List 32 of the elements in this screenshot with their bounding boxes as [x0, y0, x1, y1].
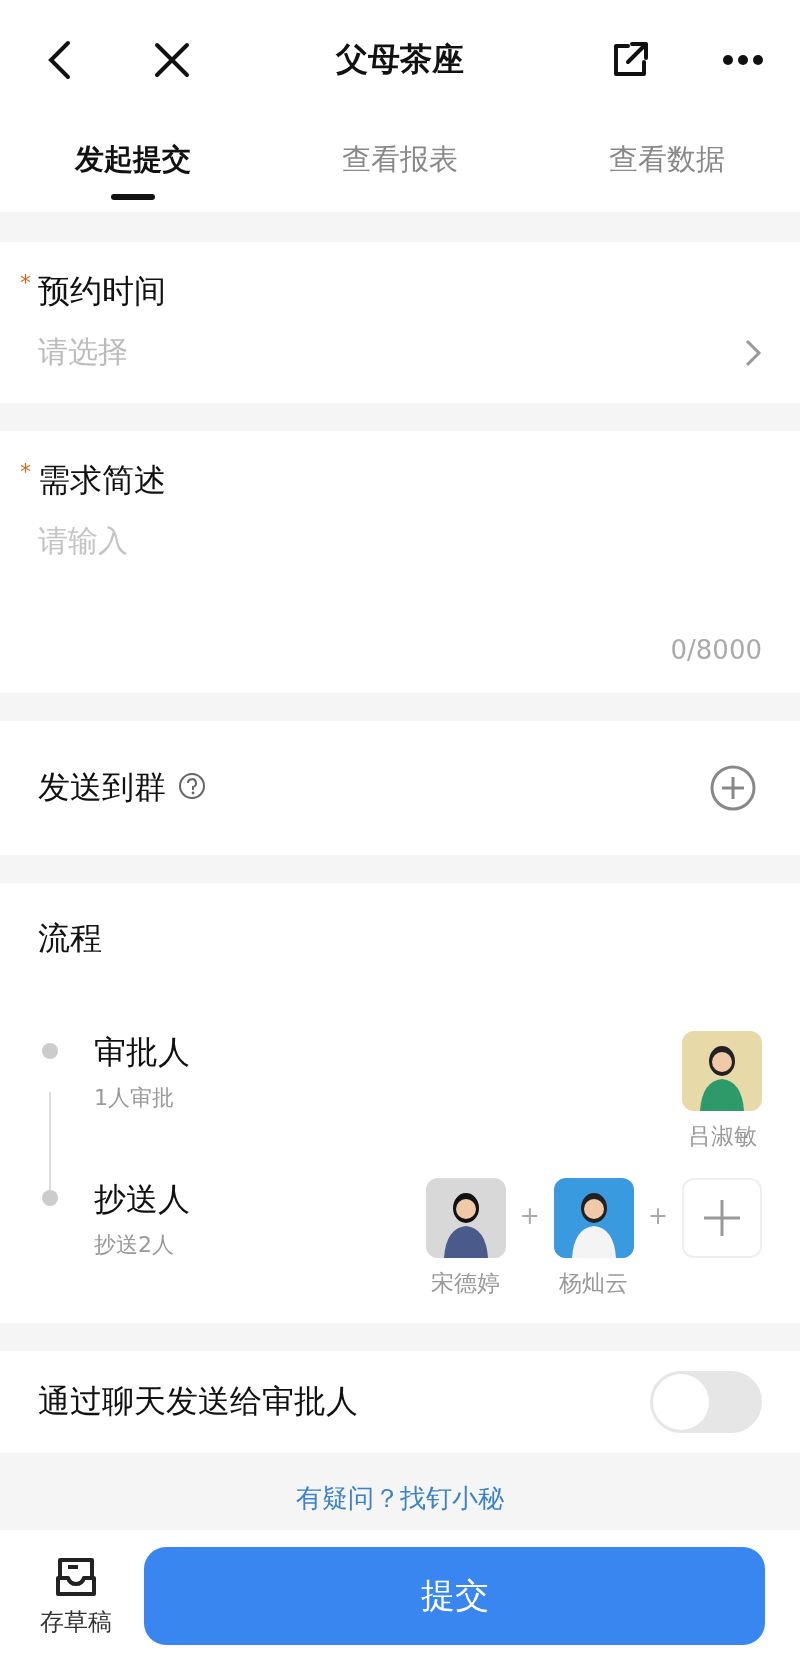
page-title: 父母茶座	[334, 39, 465, 80]
step-label: 抄送人	[94, 1179, 191, 1220]
field-label: 发送到群	[38, 767, 166, 808]
select-field[interactable]: 请选择	[38, 332, 762, 373]
required-mark: *	[20, 270, 32, 295]
step-dot	[42, 1043, 58, 1059]
tab[interactable]: 查看报表	[266, 120, 534, 212]
section-title: 流程	[38, 919, 102, 957]
required-mark: *	[20, 459, 32, 484]
text-field-card[interactable]: * 需求简述 请输入 0/8000	[0, 431, 800, 693]
plus-icon	[702, 1198, 742, 1238]
save-draft-button[interactable]: 存草稿	[40, 1554, 112, 1638]
step-summary: 1人审批	[94, 1084, 175, 1112]
person-name: 宋德婷	[431, 1269, 501, 1298]
tab[interactable]: 发起提交	[0, 120, 267, 212]
person-name: 杨灿云	[559, 1269, 629, 1298]
char-counter: 0/8000	[669, 635, 762, 665]
chevron-icon	[744, 337, 762, 368]
field-label: 预约时间	[38, 271, 166, 312]
plus-sign: +	[519, 1202, 540, 1230]
help-icon[interactable]	[178, 772, 206, 800]
step-summary: 抄送2人	[94, 1231, 175, 1259]
submit-button[interactable]: 提交	[144, 1547, 765, 1645]
step-dot	[42, 1190, 58, 1206]
plus-sign: +	[647, 1202, 668, 1230]
step-label: 审批人	[94, 1032, 191, 1073]
tab[interactable]: 查看数据	[533, 120, 800, 212]
toggle-label: 通过聊天发送给审批人	[38, 1381, 358, 1422]
field-label: 需求简述	[38, 460, 166, 501]
add-person-button[interactable]	[682, 1178, 762, 1258]
help-link[interactable]: 有疑问？找钉小秘	[296, 1453, 504, 1530]
person-name: 吕淑敏	[687, 1122, 757, 1151]
